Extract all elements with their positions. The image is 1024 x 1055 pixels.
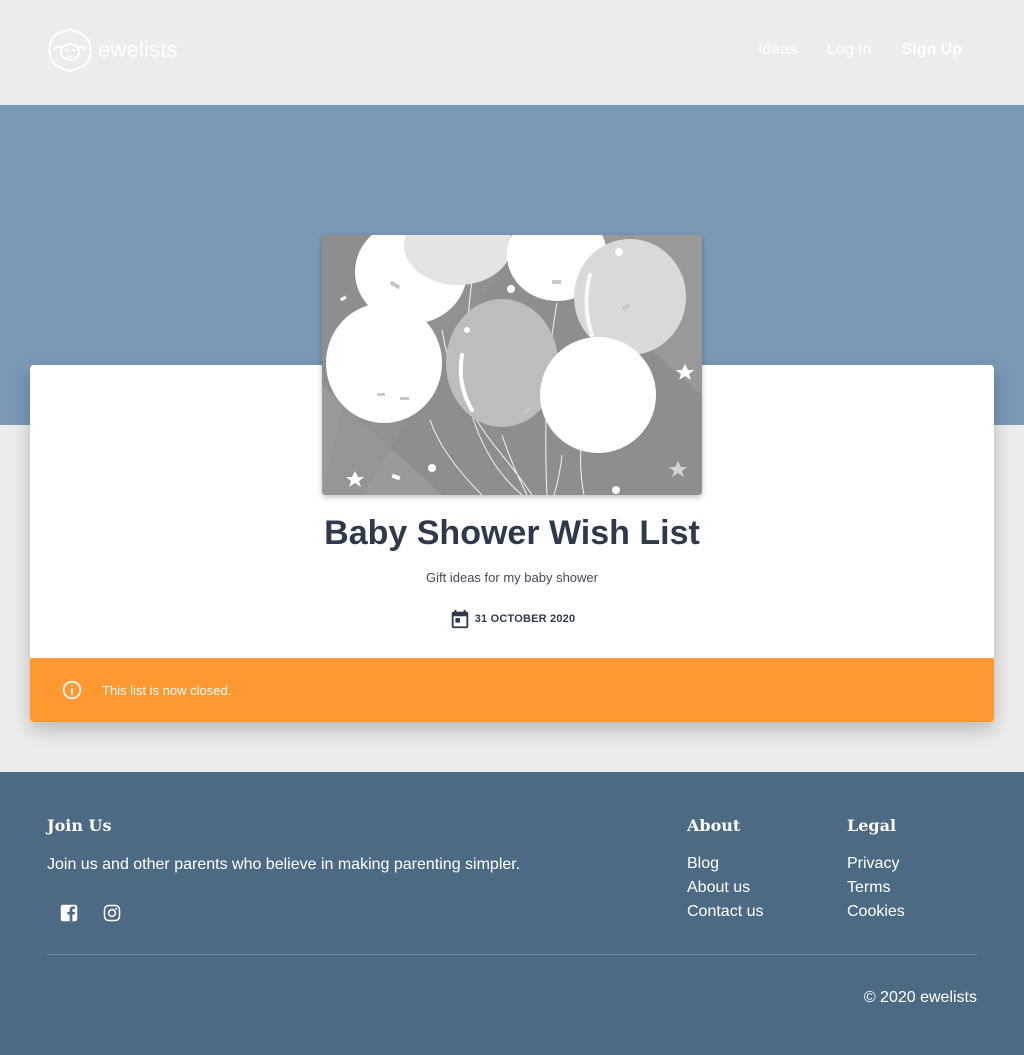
calendar-icon [451,609,468,629]
list-cover-image [322,235,702,495]
list-date: 31 OCTOBER 2020 [30,608,994,630]
list-title: Baby Shower Wish List [324,514,700,552]
footer-link-about-us[interactable]: About us [687,876,763,900]
nav-ideas[interactable]: Ideas [758,40,797,60]
list-description: Gift ideas for my baby shower [426,570,598,585]
nav-login[interactable]: Log In [827,40,871,60]
list-date-text: 31 OCTOBER 2020 [474,613,576,625]
closed-notice: This list is now closed. [30,658,994,722]
nav-signup[interactable]: Sign Up [902,40,962,60]
site-footer: Join Us Join us and other parents who be… [0,772,1024,1055]
instagram-icon [103,904,121,922]
sheep-icon [48,28,92,72]
social-links [60,904,146,922]
copyright: © 2020 ewelists [863,989,977,1006]
info-icon [62,680,82,700]
logo-link[interactable]: ewelists [47,27,178,73]
balloons-image [322,235,702,495]
site-header: ewelists Ideas Log In Sign Up [0,0,1024,105]
footer-about-links: Blog About us Contact us [687,852,763,924]
facebook-icon [60,904,78,922]
notice-text: This list is now closed. [102,682,232,698]
footer-legal-links: Privacy Terms Cookies [847,852,905,924]
brand-name: ewelists [98,37,178,62]
facebook-link[interactable] [60,904,78,922]
footer-join-title: Join Us [47,816,112,835]
footer-link-privacy[interactable]: Privacy [847,852,905,876]
footer-divider [47,954,977,955]
footer-link-cookies[interactable]: Cookies [847,900,905,924]
footer-about-title: About [687,816,741,835]
main-nav: Ideas Log In Sign Up [728,40,962,60]
footer-link-terms[interactable]: Terms [847,876,905,900]
footer-link-blog[interactable]: Blog [687,852,763,876]
footer-link-contact[interactable]: Contact us [687,900,763,924]
instagram-link[interactable] [103,904,121,922]
footer-join-text: Join us and other parents who believe in… [47,856,521,873]
footer-legal-title: Legal [847,816,897,835]
